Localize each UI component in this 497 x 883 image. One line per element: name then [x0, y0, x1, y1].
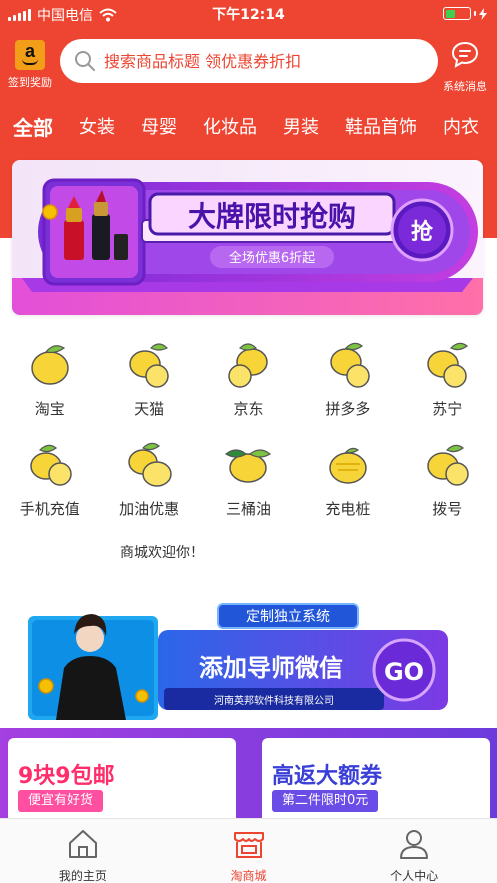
shortcut-fuel-discount[interactable]: 加油优惠: [99, 430, 198, 530]
tab-mother-baby[interactable]: 母婴: [128, 113, 190, 139]
shortcut-label: 手机充值: [19, 500, 80, 518]
card-title: 高返大额券: [272, 764, 383, 789]
shortcut-label: 充电桩: [325, 500, 371, 518]
shortcut-label: 京东: [233, 400, 264, 418]
promo-company: 河南英邦软件科技有限公司: [214, 694, 334, 707]
status-bar: 中国电信 下午12:14: [0, 0, 497, 28]
promo-tag: 定制独立系统: [246, 609, 330, 625]
tab-my-home[interactable]: 我的主页: [0, 819, 166, 883]
home-icon: [68, 830, 97, 858]
system-message-button[interactable]: 系统消息: [437, 40, 493, 94]
lemon-icon: [30, 345, 69, 385]
shortcut-label: 拼多多: [325, 400, 371, 418]
user-icon: [400, 830, 429, 859]
banner-grab-button[interactable]: 抢: [411, 219, 434, 245]
shortcut-grid: 淘宝 天猫 京东 拼多多 苏宁 手机充值 加油优惠 三桶油 充电桩 拨号: [0, 330, 497, 530]
banner-title: 大牌限时抢购: [188, 200, 356, 233]
tab-mens-clothing[interactable]: 男装: [270, 113, 332, 139]
tabbar-label: 我的主页: [58, 869, 107, 883]
clock: 下午12:14: [212, 7, 285, 23]
tab-all[interactable]: 全部: [0, 112, 66, 141]
tab-personal-center[interactable]: 个人中心: [331, 819, 497, 883]
promo-cards: 9块9包邮 便宜有好货 高返大额券 第二件限时0元: [0, 728, 497, 818]
lemon-icon: [427, 444, 469, 486]
shortcut-tmall[interactable]: 天猫: [99, 330, 198, 430]
tab-underwear[interactable]: 内衣: [430, 113, 492, 139]
card-high-rebate-coupon[interactable]: 高返大额券 第二件限时0元: [262, 738, 490, 818]
tabbar-label: 淘商城: [230, 869, 267, 883]
tab-womens-clothing[interactable]: 女装: [66, 113, 128, 139]
shortcut-taobao[interactable]: 淘宝: [0, 330, 99, 430]
shortcut-suning[interactable]: 苏宁: [398, 330, 497, 430]
signin-label: 签到奖励: [8, 76, 52, 89]
card-title: 9块9包邮: [18, 764, 115, 789]
tab-tao-mall[interactable]: 淘商城: [166, 819, 332, 883]
banner-subtitle: 全场优惠6折起: [229, 250, 315, 266]
lemon-icon: [330, 342, 370, 388]
shortcut-label: 拨号: [432, 500, 463, 518]
mentor-banner-illustration: 定制独立系统 添加导师微信 河南英邦软件科技有限公司 GO: [28, 603, 448, 720]
promo-title: 添加导师微信: [199, 654, 343, 682]
amazon-icon: a: [15, 40, 45, 70]
shop-icon: [233, 832, 264, 858]
flash-sale-banner[interactable]: 大牌限时抢购 全场优惠6折起 抢: [12, 160, 483, 315]
category-tabs: 全部 女装 母婴 化妆品 男装 鞋品首饰 内衣: [0, 106, 497, 146]
shortcut-label: 苏宁: [432, 400, 463, 418]
card-9-9-free-shipping[interactable]: 9块9包邮 便宜有好货: [8, 738, 236, 818]
shortcut-pinduoduo[interactable]: 拼多多: [298, 330, 397, 430]
lemon-icon: [329, 447, 367, 484]
shortcut-dial[interactable]: 拨号: [398, 430, 497, 530]
message-label: 系统消息: [443, 80, 487, 93]
welcome-text: 商城欢迎你！: [120, 545, 204, 561]
lemon-icon: [225, 449, 272, 483]
signin-reward-button[interactable]: a 签到奖励: [4, 40, 56, 90]
search-bar[interactable]: [60, 39, 438, 83]
mentor-wechat-banner[interactable]: 定制独立系统 添加导师微信 河南英邦软件科技有限公司 GO: [28, 600, 463, 724]
shortcut-phone-recharge[interactable]: 手机充值: [0, 430, 99, 530]
message-icon: [451, 41, 479, 68]
shortcut-label: 三桶油: [225, 500, 271, 518]
shortcut-jd[interactable]: 京东: [199, 330, 298, 430]
promo-go-button[interactable]: GO: [384, 658, 424, 686]
bottom-tab-bar: 我的主页 淘商城 个人中心: [0, 818, 497, 883]
flash-sale-illustration: 大牌限时抢购 全场优惠6折起 抢: [12, 160, 483, 315]
tab-cosmetics[interactable]: 化妆品: [190, 113, 270, 139]
shortcut-label: 天猫: [134, 400, 165, 418]
battery-icon: [443, 7, 487, 20]
tab-shoes-jewelry[interactable]: 鞋品首饰: [332, 113, 430, 139]
lemon-icon: [228, 343, 269, 388]
shortcut-charging-pile[interactable]: 充电桩: [298, 430, 397, 530]
shortcut-label: 淘宝: [34, 400, 65, 418]
search-icon: [75, 51, 95, 71]
lemon-icon: [29, 444, 72, 486]
search-input[interactable]: [104, 51, 424, 71]
lemon-icon: [427, 342, 469, 388]
tabbar-label: 个人中心: [390, 869, 439, 883]
card-subtitle: 第二件限时0元: [272, 790, 379, 812]
lemon-icon: [128, 442, 172, 487]
card-subtitle: 便宜有好货: [18, 790, 104, 812]
lemon-icon: [129, 343, 169, 388]
shortcut-label: 加油优惠: [119, 500, 180, 518]
shortcut-three-oil[interactable]: 三桶油: [199, 430, 298, 530]
